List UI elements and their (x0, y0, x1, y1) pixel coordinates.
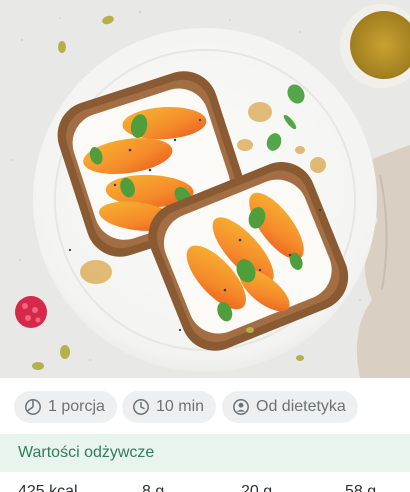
calories-value: 425 kcal (18, 483, 78, 492)
nutrition-title: Wartości odżywcze (18, 444, 155, 461)
dietitian-label: Od dietetyka (256, 398, 346, 415)
recipe-photo (0, 0, 410, 378)
time-label: 10 min (156, 398, 205, 415)
nutrition-section-header: Wartości odżywcze (0, 434, 410, 472)
dietitian-chip[interactable]: Od dietetyka (222, 391, 358, 423)
recipe-meta-chips: 1 porcja 10 min Od dietetyka (0, 378, 410, 434)
fat-value: 20 g (241, 483, 273, 492)
protein-value: 8 g (142, 483, 165, 492)
peach-toast-illustration (0, 0, 410, 378)
time-chip[interactable]: 10 min (122, 391, 217, 423)
nutrition-values-row: 425 kcal 8 g 20 g 58 g (0, 472, 410, 492)
portion-chip[interactable]: 1 porcja (14, 391, 117, 423)
portion-icon (24, 398, 42, 416)
user-icon (232, 398, 250, 416)
carbs-value: 58 g (345, 483, 377, 492)
portion-label: 1 porcja (48, 398, 105, 415)
clock-icon (132, 398, 150, 416)
